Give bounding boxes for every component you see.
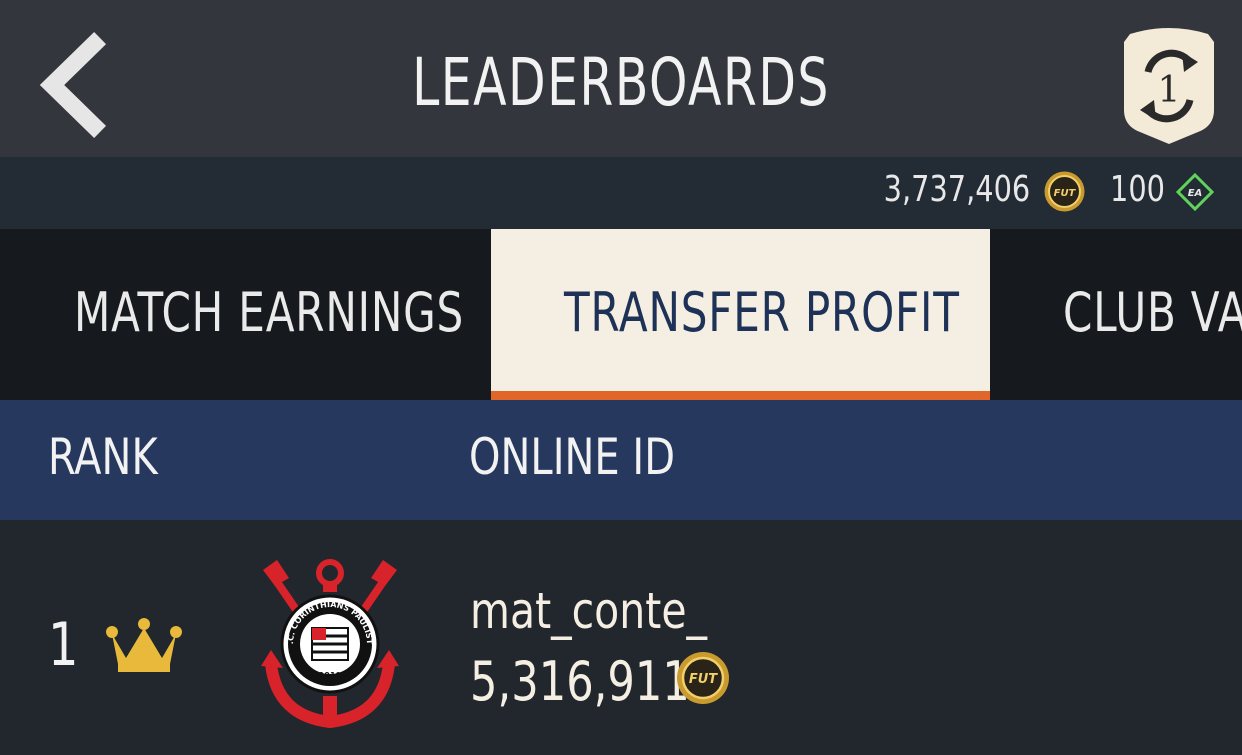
coins-balance: 3,737,406 — [883, 169, 1030, 210]
page-title: LEADERBOARDS — [412, 44, 830, 121]
top-header: LEADERBOARDS 1 — [0, 0, 1242, 157]
tab-match-earnings[interactable]: MATCH EARNINGS — [0, 229, 491, 400]
active-tab-indicator — [491, 391, 990, 400]
crown-icon — [106, 618, 182, 672]
rank-number: 1 — [48, 610, 79, 680]
player-online-id: mat_conte_ — [470, 582, 708, 640]
column-header-row: RANK ONLINE ID — [0, 400, 1242, 520]
online-id-column-header: ONLINE ID — [469, 428, 675, 486]
points-balance: 100 — [1110, 169, 1165, 210]
svg-text:FUT: FUT — [1054, 188, 1077, 199]
tab-transfer-profit[interactable]: TRANSFER PROFIT — [491, 229, 990, 400]
season-objectives-badge-icon: 1 — [1124, 28, 1214, 144]
tab-club-value[interactable]: CLUB VAL — [990, 229, 1242, 400]
leaderboard-row[interactable]: 1 1910 S.C. CORINTHIANS PAULISTA — [0, 520, 1242, 755]
fut-coin-icon: FUT — [677, 652, 729, 704]
tab-label: TRANSFER PROFIT — [564, 281, 960, 344]
leaderboard-tabs: MATCH EARNINGS TRANSFER PROFIT CLUB VAL — [0, 229, 1242, 400]
svg-text:1: 1 — [1158, 70, 1181, 111]
svg-text:1910: 1910 — [319, 671, 342, 680]
tab-label: MATCH EARNINGS — [74, 281, 465, 344]
season-objectives-button[interactable]: 1 — [1120, 22, 1218, 146]
club-crest-corinthians: 1910 S.C. CORINTHIANS PAULISTA — [255, 556, 399, 729]
tab-label: CLUB VAL — [1063, 281, 1242, 344]
fut-coin-icon: FUT — [1044, 171, 1085, 212]
rank-column-header: RANK — [48, 428, 158, 486]
ea-points-icon: EA — [1176, 173, 1214, 211]
svg-text:FUT: FUT — [689, 672, 718, 687]
transfer-profit-value: 5,316,911 — [470, 650, 690, 713]
back-button[interactable] — [30, 30, 120, 140]
svg-text:EA: EA — [1188, 188, 1203, 199]
back-chevron-icon — [39, 31, 107, 139]
